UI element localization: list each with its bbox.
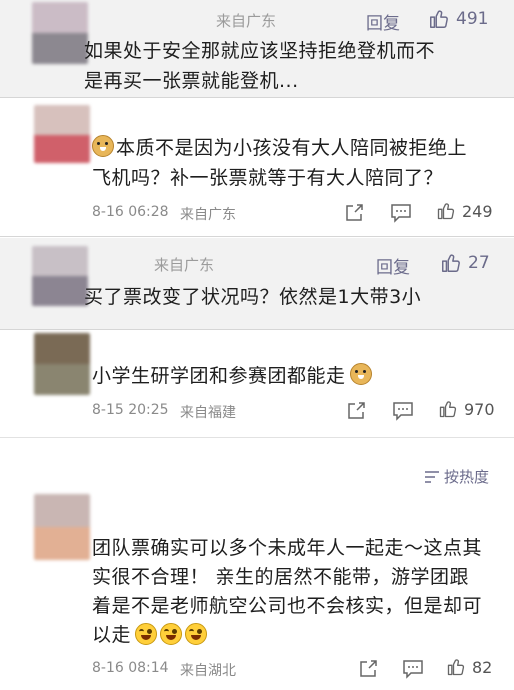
comment-card-4: 小学生研学团和参赛团都能走 8-15 20:25 来自福建 970 [0,331,514,437]
thumbs-up-icon [442,254,460,272]
comment-source: 来自广东 [180,207,236,223]
share-icon[interactable] [344,203,364,223]
comment-line: 团队票确实可以多个未成年人一起走～这点其 [92,537,483,559]
comment-card-1: 来自广东 回复 491 如果处于安全那就应该坚持拒绝登机而不 是再买一张票就能登… [0,0,514,98]
avatar[interactable] [34,494,90,560]
comment-text: 买了票改变了状况吗？依然是1大带3小 [84,282,421,312]
like-button[interactable]: 249 [436,201,493,221]
thumbs-up-icon [447,659,465,676]
sort-by-hot-button[interactable]: 按热度 [424,466,489,487]
doge-emoji [92,135,114,157]
comment-line: 本质不是因为小孩没有大人陪同被拒绝上 [116,137,468,159]
thumbs-up-icon [439,401,457,418]
sort-label: 按热度 [444,468,490,486]
comment-line: 飞机吗？补一张票就等于有大人陪同了？ [92,167,444,189]
like-button[interactable]: 970 [438,399,495,419]
doge-emoji [349,363,372,385]
thumbs-up-icon [430,10,448,28]
comment-text: 本质不是因为小孩没有大人陪同被拒绝上 飞机吗？补一张票就等于有大人陪同了？ [92,133,467,193]
comment-source: 来自福建 [180,405,236,421]
like-count: 970 [464,399,495,419]
avatar[interactable] [34,105,90,163]
crying-laughing-emoji [185,623,208,645]
comment-line: 着是不是老师航空公司也不会核实，但是却可 [92,595,483,617]
like-count: 27 [468,253,490,273]
crying-laughing-emoji [135,623,158,645]
comment-source: 来自广东 [154,256,215,274]
comment-card-5: 按热度 团队票确实可以多个未成年人一起走～这点其 实很不合理！ 亲生的居然不能带… [0,437,514,690]
comment-date: 8-16 08:14 [92,660,169,676]
share-icon[interactable] [346,401,366,421]
comment-icon[interactable] [402,659,424,679]
like-count: 491 [456,9,489,29]
reply-button[interactable]: 回复 [366,9,400,34]
comment-line: 实很不合理！ 亲生的居然不能带，游学团跟 [92,566,470,588]
crying-laughing-emoji [160,623,183,645]
like-count: 82 [472,657,493,677]
share-icon[interactable] [358,659,378,679]
comment-card-2: 本质不是因为小孩没有大人陪同被拒绝上 飞机吗？补一张票就等于有大人陪同了？ 8-… [0,99,514,237]
comment-line: 以走 [92,624,132,646]
comment-line: 是再买一张票就能登机... [84,70,299,92]
avatar[interactable] [32,246,88,306]
like-button[interactable]: 491 [428,8,488,30]
comment-icon[interactable] [390,203,412,223]
avatar[interactable] [34,333,90,395]
comment-text: 如果处于安全那就应该坚持拒绝登机而不 是再买一张票就能登机... [84,36,435,96]
comment-date: 8-16 06:28 [92,204,169,220]
comment-line: 如果处于安全那就应该坚持拒绝登机而不 [84,40,436,62]
comment-date: 8-15 20:25 [92,402,169,418]
avatar[interactable] [32,2,88,64]
comment-source: 来自广东 [216,12,277,30]
sort-icon [425,470,439,483]
like-count: 249 [462,201,493,221]
thumbs-up-icon [437,203,455,220]
comment-line: 小学生研学团和参赛团都能走 [92,365,346,387]
comment-text: 小学生研学团和参赛团都能走 [92,361,374,391]
reply-button[interactable]: 回复 [376,253,410,278]
like-button[interactable]: 82 [446,657,492,677]
like-button[interactable]: 27 [440,252,490,274]
comment-source: 来自湖北 [180,663,236,679]
comment-icon[interactable] [392,401,414,421]
comment-line: 买了票改变了状况吗？依然是1大带3小 [84,286,422,308]
comment-text: 团队票确实可以多个未成年人一起走～这点其 实很不合理！ 亲生的居然不能带，游学团… [92,534,482,650]
comment-card-3: 来自广东 回复 27 买了票改变了状况吗？依然是1大带3小 [0,238,514,330]
